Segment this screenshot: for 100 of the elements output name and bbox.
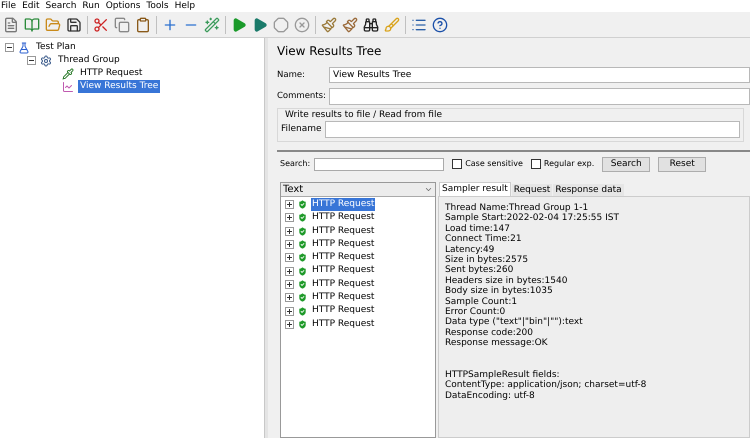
success-shield-icon: [297, 306, 308, 317]
document-icon[interactable]: [3, 16, 19, 32]
result-line: HTTPSampleResult fields:: [445, 370, 561, 380]
result-line: Sample Start:2022-02-04 17:25:55 IST: [445, 213, 620, 224]
tree-item[interactable]: HTTP Request: [78, 66, 144, 80]
brush-icon[interactable]: [342, 16, 358, 32]
success-shield-icon: [297, 199, 308, 210]
result-item[interactable]: HTTP Request: [311, 318, 376, 332]
dropdown-icon[interactable]: [424, 185, 433, 194]
expand-icon[interactable]: [285, 253, 294, 262]
result-item[interactable]: HTTP Request: [311, 211, 376, 225]
search-button[interactable]: Search: [602, 156, 650, 172]
success-shield-icon: [297, 252, 308, 264]
tree-item[interactable]: View Results Tree: [78, 80, 160, 94]
result-line: Response message:OK: [445, 338, 549, 349]
expand-icon[interactable]: [285, 306, 294, 316]
menu-item[interactable]: Edit: [22, 2, 40, 10]
field-label: Comments:: [277, 90, 325, 102]
result-line: Sample Count:1: [445, 296, 518, 307]
play-icon[interactable]: [231, 16, 247, 32]
binoculars-icon[interactable]: [363, 16, 379, 32]
success-shield-icon: [297, 292, 308, 304]
brush-icon[interactable]: [321, 16, 337, 32]
tab[interactable]: Sampler result: [439, 182, 511, 196]
pipette-icon: [62, 68, 74, 80]
success-shield-icon: [297, 318, 308, 330]
result-line: Load time:147: [445, 224, 511, 234]
success-shield-icon: [297, 226, 308, 237]
field-label: Filename: [281, 122, 322, 136]
group-title: Write results to file / Read from file: [284, 109, 443, 121]
expand-icon[interactable]: [285, 213, 294, 222]
tab[interactable]: Response data: [553, 184, 624, 196]
result-line: Headers size in bytes:1540: [445, 276, 568, 286]
name-field[interactable]: View Results Tree: [329, 67, 750, 83]
result-line: Thread Name:Thread Group 1-1: [445, 203, 590, 213]
filename-field[interactable]: [324, 121, 740, 138]
search-field[interactable]: [314, 158, 444, 170]
wand-icon[interactable]: [204, 16, 220, 32]
checkbox[interactable]: [452, 159, 462, 169]
expand-icon[interactable]: [285, 280, 294, 289]
gear-icon: [40, 54, 52, 66]
result-line: Data type ("text"|"bin"|""):text: [445, 317, 584, 328]
tab[interactable]: Request: [512, 184, 552, 196]
result-item[interactable]: HTTP Request: [311, 290, 376, 304]
folder-icon[interactable]: [45, 16, 61, 32]
result-item[interactable]: HTTP Request: [311, 304, 376, 318]
expand-icon[interactable]: [285, 320, 294, 329]
result-item[interactable]: HTTP Request: [311, 251, 376, 265]
column-header[interactable]: Text: [281, 183, 435, 197]
list-icon[interactable]: [411, 16, 427, 32]
expand-icon[interactable]: [285, 293, 294, 302]
checkbox-label: Case sensitive: [465, 158, 523, 170]
success-shield-icon: [297, 212, 308, 224]
reset-button[interactable]: Reset: [658, 156, 706, 172]
expand-icon[interactable]: [285, 266, 294, 276]
collapse-icon[interactable]: [5, 43, 14, 52]
result-line: Body size in bytes:1035: [445, 286, 554, 297]
paste-icon[interactable]: [135, 16, 151, 32]
tree-item[interactable]: Test Plan: [34, 40, 78, 54]
panel-title: View Results Tree: [277, 43, 382, 60]
chart-icon: [62, 80, 74, 92]
checkbox-label: Regular exp.: [544, 158, 594, 170]
success-shield-icon: [297, 266, 308, 277]
menu-item[interactable]: File: [1, 2, 16, 10]
result-line: DataEncoding: utf-8: [445, 390, 536, 401]
checkbox[interactable]: [530, 159, 541, 169]
result-item[interactable]: HTTP Request: [311, 278, 376, 292]
result-line: Latency:49: [445, 244, 496, 255]
result-line: Sent bytes:260: [445, 265, 514, 276]
result-line: Connect Time:21: [445, 234, 523, 245]
tree-item[interactable]: Thread Group: [56, 54, 122, 68]
menu-item[interactable]: Search: [46, 2, 76, 10]
result-line: Error Count:0: [445, 307, 506, 318]
result-item[interactable]: HTTP Request: [311, 198, 376, 212]
search-label: Search:: [280, 158, 310, 170]
result-line: Response code:200: [445, 328, 534, 338]
expand-icon[interactable]: [285, 226, 294, 236]
result-item[interactable]: HTTP Request: [311, 238, 376, 252]
menu-item[interactable]: Options: [106, 2, 140, 10]
help-icon[interactable]: [432, 16, 448, 32]
menu-item[interactable]: Help: [174, 2, 196, 10]
success-shield-icon: [297, 239, 308, 250]
menu-item[interactable]: Tools: [146, 2, 169, 10]
book-icon[interactable]: [24, 16, 40, 32]
comments-field[interactable]: [329, 88, 750, 104]
expand-icon[interactable]: [285, 240, 294, 250]
result-item[interactable]: HTTP Request: [311, 224, 376, 238]
play-icon[interactable]: [252, 16, 268, 32]
result-line: ContentType: application/json; charset=utf-8: [445, 380, 648, 390]
copy-icon[interactable]: [114, 16, 130, 32]
plus-icon[interactable]: [162, 16, 178, 32]
flask-icon: [18, 42, 30, 54]
field-label: Name:: [277, 68, 306, 82]
success-shield-icon: [297, 278, 308, 290]
expand-icon[interactable]: [285, 200, 294, 210]
collapse-icon[interactable]: [27, 56, 36, 65]
menu-item[interactable]: Run: [82, 2, 100, 10]
result-line: Size in bytes:2575: [445, 255, 530, 266]
result-item[interactable]: HTTP Request: [311, 264, 376, 278]
cut-icon[interactable]: [93, 16, 109, 32]
